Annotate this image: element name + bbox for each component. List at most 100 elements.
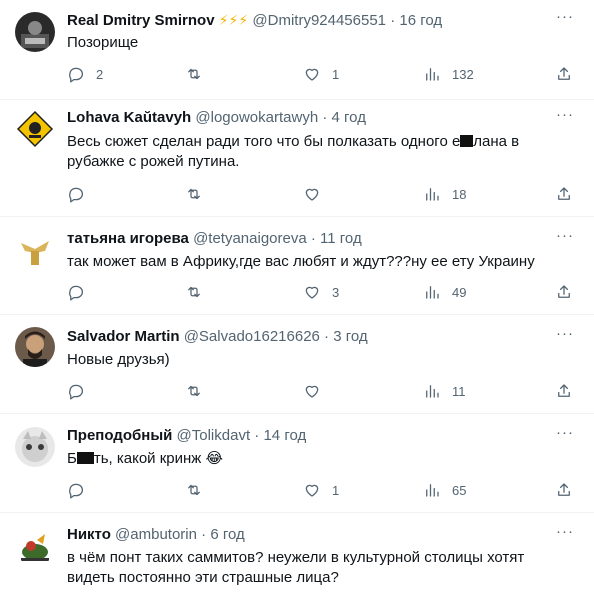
retweet-button[interactable] bbox=[185, 381, 214, 401]
author-handle[interactable]: @ambutorin bbox=[115, 526, 197, 543]
author-name[interactable]: татьяна игорева bbox=[67, 230, 189, 247]
author-name[interactable]: Salvador Martin bbox=[67, 328, 180, 345]
tweet-text-part: Б bbox=[67, 450, 77, 467]
like-button[interactable] bbox=[303, 184, 332, 204]
views-chart-icon bbox=[426, 188, 439, 201]
heart-icon bbox=[305, 68, 319, 81]
more-options-icon[interactable]: ··· bbox=[556, 424, 574, 441]
tweet[interactable]: Real Dmitry Smirnov ⚡⚡⚡ @Dmitry924456551… bbox=[0, 0, 594, 100]
retweet-icon bbox=[188, 68, 200, 80]
like-button[interactable]: 1 bbox=[303, 64, 339, 84]
timestamp[interactable]: 6 год bbox=[210, 526, 244, 543]
views-chart-icon bbox=[426, 484, 439, 497]
reply-icon bbox=[69, 384, 84, 400]
timestamp[interactable]: 3 год bbox=[333, 328, 367, 345]
share-button[interactable] bbox=[555, 184, 573, 204]
retweet-button[interactable] bbox=[185, 282, 214, 302]
reply-icon bbox=[69, 483, 84, 499]
author-handle[interactable]: @logowokartawyh bbox=[195, 109, 318, 126]
reply-icon bbox=[69, 67, 84, 83]
lightning-emoji: ⚡⚡⚡ bbox=[218, 12, 249, 28]
tweet-text: так может вам в Африку,где вас любят и ж… bbox=[67, 253, 535, 270]
author-handle[interactable]: @Tolikdavt bbox=[177, 427, 251, 444]
heart-icon bbox=[305, 484, 319, 497]
more-options-icon[interactable]: ··· bbox=[556, 325, 574, 342]
share-icon bbox=[558, 384, 570, 397]
reply-count: 2 bbox=[96, 66, 104, 82]
tweet[interactable]: татьяна игорева @tetyanaigoreva · 11 год… bbox=[0, 217, 594, 315]
reply-icon bbox=[69, 285, 84, 301]
avatar[interactable] bbox=[15, 526, 55, 566]
tweet-text: в чём понт таких саммитов? неужели в кул… bbox=[67, 549, 525, 586]
author-name[interactable]: Преподобный bbox=[67, 427, 172, 444]
action-bar: 2 1 132 bbox=[67, 64, 580, 84]
retweet-icon bbox=[188, 385, 200, 397]
more-options-icon[interactable]: ··· bbox=[556, 523, 574, 540]
tweet[interactable]: Salvador Martin @Salvado16216626 · 3 год… bbox=[0, 315, 594, 414]
retweet-button[interactable] bbox=[185, 64, 214, 84]
tweet-text: Весь сюжет сделан ради того что бы полка… bbox=[67, 132, 572, 172]
share-button[interactable] bbox=[555, 282, 573, 302]
timestamp[interactable]: 4 год bbox=[332, 109, 366, 126]
share-button[interactable] bbox=[555, 381, 573, 401]
tweet-text: Позорище bbox=[67, 34, 139, 51]
censor-block bbox=[76, 452, 94, 464]
reply-button[interactable] bbox=[67, 184, 96, 204]
more-options-icon[interactable]: ··· bbox=[556, 106, 574, 123]
view-count: 11 bbox=[452, 383, 466, 399]
reply-button[interactable] bbox=[67, 282, 96, 302]
share-icon bbox=[558, 285, 570, 298]
share-button[interactable] bbox=[555, 64, 573, 84]
retweet-button[interactable] bbox=[185, 480, 214, 500]
reply-button[interactable] bbox=[67, 381, 96, 401]
share-icon bbox=[558, 187, 570, 200]
views-chart-icon bbox=[426, 286, 439, 299]
views-button[interactable]: 11 bbox=[423, 381, 466, 401]
like-count: 1 bbox=[332, 66, 340, 82]
author-handle[interactable]: @Salvado16216626 bbox=[184, 328, 320, 345]
share-button[interactable] bbox=[555, 480, 573, 500]
retweet-icon bbox=[188, 188, 200, 200]
tweet-text-part: Весь сюжет сделан ради того что бы полка… bbox=[67, 133, 461, 150]
separator: · bbox=[201, 526, 207, 543]
views-button[interactable]: 49 bbox=[423, 282, 466, 302]
author-name[interactable]: Real Dmitry Smirnov bbox=[67, 12, 215, 29]
avatar[interactable] bbox=[15, 12, 55, 52]
view-count: 65 bbox=[452, 482, 467, 498]
tweet[interactable]: Lohava Kaŭtavyh @logowokartawyh · 4 год … bbox=[0, 100, 594, 217]
separator: · bbox=[324, 328, 330, 345]
timestamp[interactable]: 14 год bbox=[263, 427, 306, 444]
views-button[interactable]: 65 bbox=[423, 480, 466, 500]
more-options-icon[interactable]: ··· bbox=[556, 227, 574, 244]
retweet-button[interactable] bbox=[185, 184, 214, 204]
author-name[interactable]: Никто bbox=[67, 526, 111, 543]
view-count: 132 bbox=[452, 66, 474, 82]
timestamp[interactable]: 11 год bbox=[320, 230, 362, 247]
reply-button[interactable]: 2 bbox=[67, 64, 103, 84]
like-count: 1 bbox=[332, 482, 340, 498]
views-button[interactable]: 18 bbox=[423, 184, 466, 204]
avatar[interactable] bbox=[15, 327, 55, 367]
author-handle[interactable]: @Dmitry924456551 bbox=[252, 12, 386, 29]
like-button[interactable] bbox=[303, 381, 332, 401]
view-count: 49 bbox=[452, 284, 467, 300]
avatar[interactable] bbox=[15, 109, 55, 149]
views-button[interactable]: 132 bbox=[423, 64, 474, 84]
timestamp[interactable]: 16 год bbox=[399, 12, 442, 29]
more-options-icon[interactable]: ··· bbox=[556, 8, 574, 25]
like-button[interactable]: 1 bbox=[303, 480, 339, 500]
like-button[interactable]: 3 bbox=[303, 282, 339, 302]
share-icon bbox=[558, 67, 570, 80]
avatar[interactable] bbox=[15, 231, 55, 271]
action-bar: 11 bbox=[67, 381, 580, 401]
tweet[interactable]: Преподобный @Tolikdavt · 14 год ··· Бть,… bbox=[0, 414, 594, 513]
tweet[interactable]: Никто @ambutorin · 6 год ··· в чём понт … bbox=[0, 513, 594, 601]
author-handle[interactable]: @tetyanaigoreva bbox=[193, 230, 307, 247]
author-name[interactable]: Lohava Kaŭtavyh bbox=[67, 109, 191, 126]
heart-icon bbox=[305, 188, 319, 201]
avatar[interactable] bbox=[15, 427, 55, 467]
tweet-text: Бть, какой кринж 😂 bbox=[67, 449, 572, 469]
tweet-text-part: ть, какой кринж 😂 bbox=[93, 450, 224, 467]
reply-button[interactable] bbox=[67, 480, 96, 500]
heart-icon bbox=[305, 286, 319, 299]
